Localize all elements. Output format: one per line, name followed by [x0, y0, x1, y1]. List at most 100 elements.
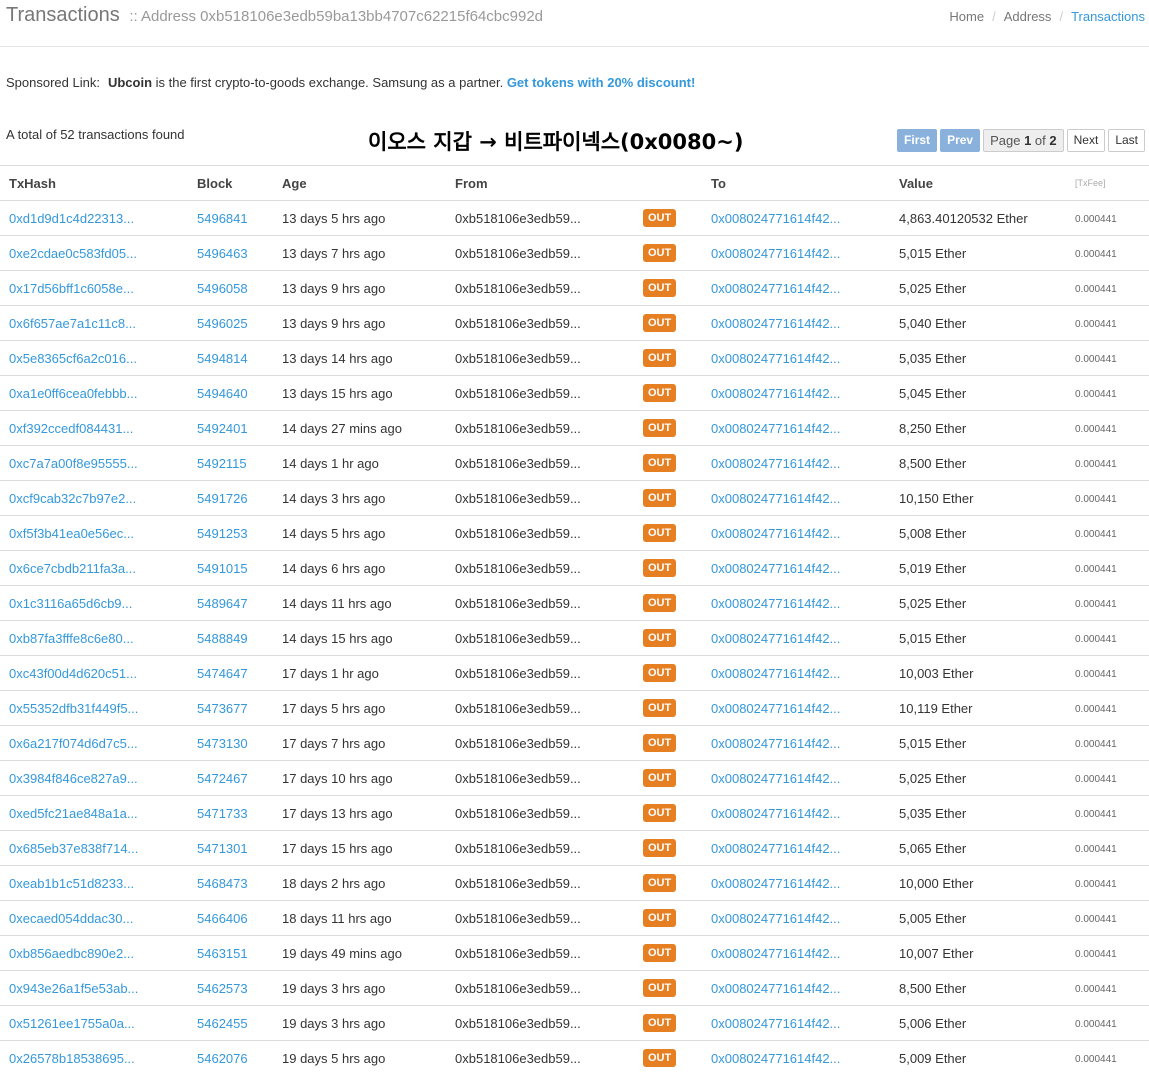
last-page-button[interactable]: Last: [1108, 129, 1145, 152]
to-address-link[interactable]: 0x008024771614f42...: [711, 561, 840, 576]
to-address-link[interactable]: 0x008024771614f42...: [711, 1051, 840, 1066]
txhash-link[interactable]: 0x5e8365cf6a2c016...: [9, 351, 137, 366]
to-address-link[interactable]: 0x008024771614f42...: [711, 666, 840, 681]
to-address-link[interactable]: 0x008024771614f42...: [711, 841, 840, 856]
to-address-link[interactable]: 0x008024771614f42...: [711, 386, 840, 401]
transactions-table: TxHash Block Age From To Value [TxFee] 0…: [0, 165, 1149, 1072]
block-link[interactable]: 5494814: [197, 351, 248, 366]
to-address-link[interactable]: 0x008024771614f42...: [711, 631, 840, 646]
next-page-button[interactable]: Next: [1066, 129, 1106, 152]
block-link[interactable]: 5463151: [197, 946, 248, 961]
to-address-link[interactable]: 0x008024771614f42...: [711, 281, 840, 296]
to-address-link[interactable]: 0x008024771614f42...: [711, 211, 840, 226]
block-link[interactable]: 5462573: [197, 981, 248, 996]
to-address-link[interactable]: 0x008024771614f42...: [711, 491, 840, 506]
block-link[interactable]: 5491726: [197, 491, 248, 506]
breadcrumb-address[interactable]: Address: [1004, 9, 1052, 24]
txhash-link[interactable]: 0x685eb37e838f714...: [9, 841, 138, 856]
txhash-link[interactable]: 0x6f657ae7a1c11c8...: [9, 316, 136, 331]
to-address-link[interactable]: 0x008024771614f42...: [711, 596, 840, 611]
sponsor-discount-link[interactable]: Get tokens with 20% discount!: [507, 75, 696, 90]
txhash-link[interactable]: 0x1c3116a65d6cb9...: [9, 596, 132, 611]
block-link[interactable]: 5488849: [197, 631, 248, 646]
txhash-link[interactable]: 0x51261ee1755a0a...: [9, 1016, 135, 1031]
txhash-link[interactable]: 0xd1d9d1c4d22313...: [9, 211, 134, 226]
block-link[interactable]: 5462455: [197, 1016, 248, 1031]
to-address-link[interactable]: 0x008024771614f42...: [711, 351, 840, 366]
cell-to: 0x008024771614f42...: [702, 410, 890, 446]
block-link[interactable]: 5496841: [197, 211, 248, 226]
block-link[interactable]: 5492401: [197, 421, 248, 436]
to-address-link[interactable]: 0x008024771614f42...: [711, 736, 840, 751]
to-address-link[interactable]: 0x008024771614f42...: [711, 771, 840, 786]
to-address-link[interactable]: 0x008024771614f42...: [711, 526, 840, 541]
txhash-link[interactable]: 0xf5f3b41ea0e56ec...: [9, 526, 134, 541]
txhash-link[interactable]: 0xa1e0ff6cea0febbb...: [9, 386, 137, 401]
txhash-link[interactable]: 0xc7a7a00f8e95555...: [9, 456, 138, 471]
cell-age: 13 days 9 hrs ago: [273, 305, 446, 341]
txhash-link[interactable]: 0x55352dfb31f449f5...: [9, 701, 138, 716]
to-address-link[interactable]: 0x008024771614f42...: [711, 911, 840, 926]
to-address-link[interactable]: 0x008024771614f42...: [711, 246, 840, 261]
cell-value: 8,250 Ether: [890, 410, 1075, 446]
to-address-link[interactable]: 0x008024771614f42...: [711, 316, 840, 331]
block-link[interactable]: 5491253: [197, 526, 248, 541]
txhash-link[interactable]: 0xeab1b1c51d8233...: [9, 876, 134, 891]
txhash-link[interactable]: 0xcf9cab32c7b97e2...: [9, 491, 136, 506]
out-badge: OUT: [643, 384, 677, 402]
txhash-link[interactable]: 0xecaed054ddac30...: [9, 911, 133, 926]
cell-value: 5,015 Ether: [890, 620, 1075, 656]
cell-age: 13 days 15 hrs ago: [273, 375, 446, 411]
to-address-link[interactable]: 0x008024771614f42...: [711, 456, 840, 471]
out-badge: OUT: [643, 664, 677, 682]
to-address-link[interactable]: 0x008024771614f42...: [711, 421, 840, 436]
block-link[interactable]: 5492115: [197, 456, 247, 471]
block-link[interactable]: 5474647: [197, 666, 248, 681]
txhash-link[interactable]: 0xb87fa3fffe8c6e80...: [9, 631, 134, 646]
txhash-link[interactable]: 0xc43f00d4d620c51...: [9, 666, 137, 681]
prev-page-button[interactable]: Prev: [940, 129, 981, 152]
cell-direction: OUT: [634, 515, 702, 551]
cell-block: 5494814: [188, 340, 273, 376]
breadcrumb-home[interactable]: Home: [949, 9, 984, 24]
cell-txfee: 0.000441: [1075, 445, 1149, 481]
block-link[interactable]: 5473677: [197, 701, 248, 716]
txhash-link[interactable]: 0xe2cdae0c583fd05...: [9, 246, 137, 261]
block-link[interactable]: 5468473: [197, 876, 248, 891]
out-badge: OUT: [643, 314, 677, 332]
cell-to: 0x008024771614f42...: [702, 1005, 890, 1041]
block-link[interactable]: 5471301: [197, 841, 248, 856]
block-link[interactable]: 5491015: [197, 561, 248, 576]
to-address-link[interactable]: 0x008024771614f42...: [711, 981, 840, 996]
cell-block: 5492115: [188, 445, 273, 481]
cell-block: 5491726: [188, 480, 273, 516]
block-link[interactable]: 5489647: [197, 596, 248, 611]
block-link[interactable]: 5496025: [197, 316, 248, 331]
block-link[interactable]: 5462076: [197, 1051, 248, 1066]
cell-value: 5,025 Ether: [890, 760, 1075, 796]
block-link[interactable]: 5471733: [197, 806, 248, 821]
block-link[interactable]: 5466406: [197, 911, 248, 926]
txhash-link[interactable]: 0x26578b18538695...: [9, 1051, 135, 1066]
block-link[interactable]: 5496463: [197, 246, 248, 261]
block-link[interactable]: 5473130: [197, 736, 248, 751]
txhash-link[interactable]: 0xb856aedbc890e2...: [9, 946, 134, 961]
to-address-link[interactable]: 0x008024771614f42...: [711, 946, 840, 961]
txhash-link[interactable]: 0x3984f846ce827a9...: [9, 771, 138, 786]
to-address-link[interactable]: 0x008024771614f42...: [711, 1016, 840, 1031]
col-age: Age: [273, 165, 446, 201]
txhash-link[interactable]: 0x17d56bff1c6058e...: [9, 281, 134, 296]
block-link[interactable]: 5496058: [197, 281, 248, 296]
txhash-link[interactable]: 0x6a217f074d6d7c5...: [9, 736, 138, 751]
block-link[interactable]: 5494640: [197, 386, 248, 401]
first-page-button[interactable]: First: [897, 129, 938, 152]
txhash-link[interactable]: 0x6ce7cbdb211fa3a...: [9, 561, 136, 576]
cell-to: 0x008024771614f42...: [702, 550, 890, 586]
to-address-link[interactable]: 0x008024771614f42...: [711, 806, 840, 821]
to-address-link[interactable]: 0x008024771614f42...: [711, 701, 840, 716]
to-address-link[interactable]: 0x008024771614f42...: [711, 876, 840, 891]
block-link[interactable]: 5472467: [197, 771, 248, 786]
txhash-link[interactable]: 0xed5fc21ae848a1a...: [9, 806, 138, 821]
txhash-link[interactable]: 0xf392ccedf084431...: [9, 421, 133, 436]
txhash-link[interactable]: 0x943e26a1f5e53ab...: [9, 981, 138, 996]
